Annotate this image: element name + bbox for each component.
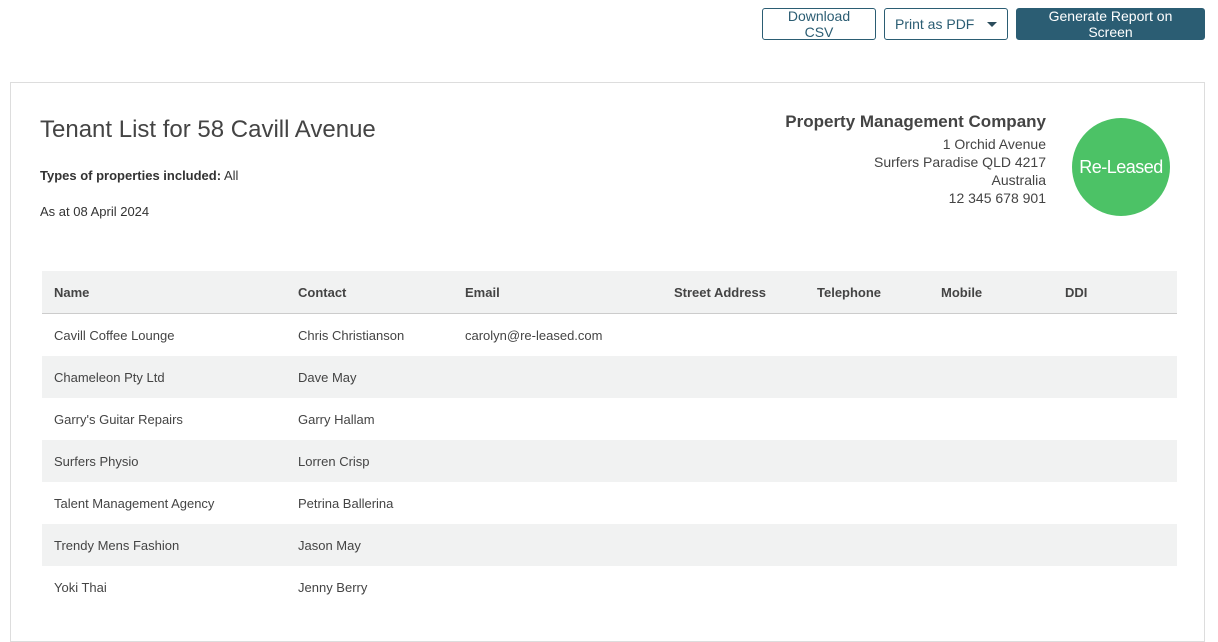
tenant-mobile bbox=[929, 314, 1053, 357]
table-header-row: Name Contact Email Street Address Teleph… bbox=[42, 271, 1177, 314]
table-row: Garry's Guitar Repairs Garry Hallam bbox=[42, 398, 1177, 440]
tenant-telephone bbox=[805, 314, 929, 357]
tenant-mobile bbox=[929, 524, 1053, 566]
report-date: As at 08 April 2024 bbox=[40, 204, 150, 219]
tenant-name: Yoki Thai bbox=[54, 579, 107, 595]
tenant-ddi bbox=[1053, 398, 1177, 440]
table-row: Trendy Mens Fashion Jason May bbox=[42, 524, 1177, 566]
column-header-contact: Contact bbox=[286, 271, 453, 314]
tenant-contact: Jason May bbox=[286, 524, 453, 566]
tenant-email bbox=[453, 524, 662, 566]
tenant-street-address bbox=[662, 482, 805, 524]
print-pdf-button[interactable]: Print as PDF bbox=[884, 8, 1008, 40]
tenant-ddi bbox=[1053, 440, 1177, 482]
company-country: Australia bbox=[991, 172, 1046, 188]
tenant-mobile bbox=[929, 566, 1053, 608]
tenant-mobile bbox=[929, 356, 1053, 398]
tenant-email bbox=[453, 482, 662, 524]
tenant-street-address bbox=[662, 440, 805, 482]
tenant-email: carolyn@re-leased.com bbox=[465, 327, 603, 343]
tenant-telephone bbox=[805, 440, 929, 482]
tenant-name: Surfers Physio bbox=[42, 440, 286, 482]
tenant-ddi bbox=[1053, 524, 1177, 566]
column-header-mobile: Mobile bbox=[929, 271, 1053, 314]
property-types-label: Types of properties included: bbox=[40, 168, 222, 183]
tenant-street-address bbox=[662, 566, 805, 608]
tenant-name: Trendy Mens Fashion bbox=[42, 524, 286, 566]
tenant-contact: Jenny Berry bbox=[298, 579, 368, 595]
company-logo: Re-Leased bbox=[1072, 118, 1170, 216]
tenant-ddi bbox=[1053, 314, 1177, 357]
tenant-telephone bbox=[805, 356, 929, 398]
tenant-telephone bbox=[805, 566, 929, 608]
tenant-telephone bbox=[805, 524, 929, 566]
report-panel: Tenant List for 58 Cavill Avenue Types o… bbox=[10, 82, 1205, 642]
tenant-street-address bbox=[662, 314, 805, 357]
tenant-telephone bbox=[805, 482, 929, 524]
column-header-street-address: Street Address bbox=[662, 271, 805, 314]
tenant-ddi bbox=[1053, 566, 1177, 608]
tenant-name: Cavill Coffee Lounge bbox=[54, 327, 175, 343]
tenant-table: Name Contact Email Street Address Teleph… bbox=[42, 271, 1177, 608]
column-header-telephone: Telephone bbox=[805, 271, 929, 314]
table-row: Cavill Coffee Lounge Chris Christianson … bbox=[42, 314, 1177, 357]
column-header-name: Name bbox=[42, 271, 286, 314]
table-row: Talent Management Agency Petrina Balleri… bbox=[42, 482, 1177, 524]
tenant-contact: Garry Hallam bbox=[298, 411, 375, 427]
table-row: Surfers Physio Lorren Crisp bbox=[42, 440, 1177, 482]
tenant-street-address bbox=[662, 398, 805, 440]
tenant-street-address bbox=[662, 524, 805, 566]
print-pdf-label: Print as PDF bbox=[895, 16, 975, 32]
generate-report-button[interactable]: Generate Report on Screen bbox=[1016, 8, 1205, 40]
tenant-mobile bbox=[929, 398, 1053, 440]
report-toolbar: Download CSV Print as PDF Generate Repor… bbox=[762, 8, 1205, 40]
tenant-name: Talent Management Agency bbox=[54, 495, 215, 511]
tenant-email bbox=[453, 356, 662, 398]
tenant-street-address bbox=[662, 356, 805, 398]
company-name: Property Management Company bbox=[785, 112, 1046, 131]
report-title: Tenant List for 58 Cavill Avenue bbox=[40, 116, 376, 143]
tenant-contact: Petrina Ballerina bbox=[298, 495, 394, 511]
tenant-email bbox=[453, 398, 662, 440]
company-address-line1: 1 Orchid Avenue bbox=[942, 136, 1046, 152]
tenant-contact: Lorren Crisp bbox=[286, 440, 453, 482]
table-row: Yoki Thai Jenny Berry bbox=[42, 566, 1177, 608]
company-address-line2: Surfers Paradise QLD 4217 bbox=[874, 154, 1046, 170]
tenant-email bbox=[453, 440, 662, 482]
company-details: Property Management Company 1 Orchid Ave… bbox=[785, 111, 1046, 207]
column-header-ddi: DDI bbox=[1053, 271, 1177, 314]
tenant-mobile bbox=[929, 440, 1053, 482]
tenant-ddi bbox=[1053, 482, 1177, 524]
tenant-ddi bbox=[1053, 356, 1177, 398]
tenant-contact: Dave May bbox=[286, 356, 453, 398]
property-types: Types of properties included: All bbox=[40, 168, 238, 183]
tenant-telephone bbox=[805, 398, 929, 440]
company-phone: 12 345 678 901 bbox=[948, 190, 1046, 206]
caret-down-icon bbox=[987, 21, 997, 27]
tenant-contact: Chris Christianson bbox=[298, 327, 405, 343]
tenant-name: Chameleon Pty Ltd bbox=[42, 356, 286, 398]
tenant-name: Garry's Guitar Repairs bbox=[54, 411, 183, 427]
download-csv-button[interactable]: Download CSV bbox=[762, 8, 876, 40]
tenant-email bbox=[453, 566, 662, 608]
column-header-email: Email bbox=[453, 271, 662, 314]
tenant-mobile bbox=[929, 482, 1053, 524]
table-row: Chameleon Pty Ltd Dave May bbox=[42, 356, 1177, 398]
property-types-value: All bbox=[223, 168, 239, 183]
